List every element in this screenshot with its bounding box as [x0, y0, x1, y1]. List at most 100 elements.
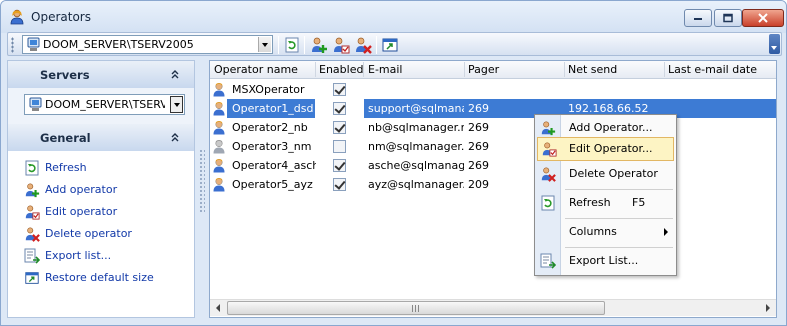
column-divider[interactable]	[315, 62, 316, 77]
context-menu: Add Operator... Edit Operator... Delete …	[534, 114, 677, 276]
email-cell: support@sqlmanager.net	[368, 102, 464, 115]
menu-item-label: Delete Operator	[569, 167, 658, 180]
pane-splitter[interactable]	[199, 149, 205, 213]
sidebar-server-combo[interactable]: DOOM_SERVER\TSERV	[24, 94, 185, 115]
menu-item-columns[interactable]: Columns	[537, 220, 674, 244]
restore-size-icon[interactable]	[381, 36, 399, 54]
email-cell: nm@sqlmanager.net	[368, 140, 464, 153]
operator-icon	[213, 102, 225, 116]
refresh-icon[interactable]	[283, 36, 301, 54]
column-header-net-send[interactable]: Net send	[568, 63, 617, 76]
operator-name-cell: Operator3_nm	[232, 140, 312, 153]
scroll-left-icon[interactable]	[214, 303, 222, 313]
column-header-email[interactable]: E-mail	[368, 63, 403, 76]
delete-operator-icon	[25, 227, 40, 242]
enabled-checkbox[interactable]	[333, 102, 346, 115]
email-cell: nb@sqlmanager.net	[368, 121, 464, 134]
operator-name-cell: Operator5_ayz	[232, 178, 313, 191]
table-row[interactable]: Operator5_ayzayz@sqlmanager.net209	[210, 175, 776, 194]
sidebar-item-label: Edit operator	[45, 205, 118, 218]
column-header-last-email-date[interactable]: Last e-mail date	[668, 63, 757, 76]
collapse-icon[interactable]	[170, 131, 180, 143]
minimize-icon	[694, 18, 702, 20]
menu-item-label: Export List...	[569, 254, 639, 267]
operator-icon	[10, 9, 24, 25]
enabled-checkbox[interactable]	[333, 140, 346, 153]
column-divider[interactable]	[363, 62, 364, 77]
minimize-button[interactable]	[684, 9, 712, 27]
operator-name-cell: Operator4_asche	[232, 159, 316, 172]
restore-size-icon	[25, 272, 39, 284]
menu-item-label: Edit Operator...	[569, 142, 653, 155]
operator-icon	[213, 159, 225, 173]
operator-icon	[213, 83, 225, 97]
toolbar-separator	[376, 36, 377, 54]
operator-disabled-icon	[213, 140, 225, 154]
navigation-pane: Servers DOOM_SERVER\TSERV General Refres…	[7, 60, 195, 318]
table-row[interactable]: Operator4_ascheasche@sqlmanager.net269	[210, 156, 776, 175]
horizontal-scrollbar[interactable]	[210, 299, 776, 316]
thumb-grip	[412, 305, 420, 312]
menu-item-edit-operator[interactable]: Edit Operator...	[537, 137, 674, 161]
table-row[interactable]: Operator3_nmnm@sqlmanager.net269	[210, 137, 776, 156]
delete-operator-icon[interactable]	[354, 36, 372, 54]
chevron-down-icon[interactable]	[170, 96, 183, 113]
table-row[interactable]: Operator1_dsdsupport@sqlmanager.net26919…	[210, 99, 776, 118]
enabled-checkbox[interactable]	[333, 159, 346, 172]
refresh-icon	[541, 195, 555, 211]
column-divider[interactable]	[664, 62, 665, 77]
general-section-header[interactable]: General	[8, 124, 194, 151]
toolbar-separator	[304, 36, 305, 54]
menu-item-export-list[interactable]: Export List...	[537, 249, 674, 273]
column-divider[interactable]	[564, 62, 565, 77]
column-divider[interactable]	[464, 62, 465, 77]
chevron-down-icon[interactable]	[258, 37, 271, 52]
menu-item-shortcut: F5	[632, 196, 646, 209]
title-bar: Operators	[1, 1, 786, 33]
sidebar-item-label: Export list...	[45, 249, 112, 262]
sidebar-item-label: Refresh	[45, 161, 87, 174]
scroll-right-icon[interactable]	[764, 303, 772, 313]
collapse-icon[interactable]	[170, 68, 180, 80]
column-header-operator-name[interactable]: Operator name	[214, 63, 298, 76]
maximize-icon	[723, 13, 733, 23]
enabled-checkbox[interactable]	[333, 83, 346, 96]
operator-name-cell: MSXOperator	[232, 83, 305, 96]
close-icon	[758, 13, 768, 23]
grid-header: Operator name Enabled E-mail Pager Net s…	[210, 61, 776, 79]
enabled-checkbox[interactable]	[333, 121, 346, 134]
edit-operator-icon	[542, 142, 557, 157]
delete-operator-icon	[541, 167, 556, 182]
table-row[interactable]: Operator2_nbnb@sqlmanager.net269	[210, 118, 776, 137]
operator-name-cell: Operator2_nb	[232, 121, 308, 134]
submenu-arrow-icon	[664, 228, 668, 236]
menu-item-refresh[interactable]: Refresh F5	[537, 191, 674, 215]
export-list-icon	[24, 248, 40, 264]
edit-operator-icon	[25, 205, 40, 220]
add-operator-icon[interactable]	[310, 36, 328, 54]
toolbar-overflow-button[interactable]	[769, 34, 780, 54]
toolbar-grip[interactable]	[11, 37, 14, 53]
menu-separator	[565, 189, 673, 190]
menu-separator	[565, 218, 673, 219]
scrollbar-thumb[interactable]	[227, 301, 605, 315]
table-row[interactable]: MSXOperator	[210, 80, 776, 99]
toolbar-separator	[278, 36, 279, 54]
menu-item-label: Columns	[569, 225, 617, 238]
maximize-button[interactable]	[714, 9, 742, 27]
operators-window: Operators DOOM_SERVER\TSERV2005 Servers …	[0, 0, 787, 326]
add-operator-icon	[541, 121, 556, 136]
sidebar-item-label: Add operator	[45, 183, 118, 196]
export-list-icon	[540, 253, 556, 269]
servers-section-header[interactable]: Servers	[8, 61, 194, 88]
toolbar-server-combo[interactable]: DOOM_SERVER\TSERV2005	[22, 35, 273, 54]
enabled-checkbox[interactable]	[333, 178, 346, 191]
menu-item-delete-operator[interactable]: Delete Operator	[537, 162, 674, 186]
menu-item-label: Add Operator...	[569, 121, 653, 134]
column-header-pager[interactable]: Pager	[468, 63, 499, 76]
close-button[interactable]	[742, 9, 784, 27]
column-header-enabled[interactable]: Enabled	[319, 63, 363, 76]
general-header-label: General	[40, 131, 91, 145]
edit-operator-icon[interactable]	[332, 36, 350, 54]
sidebar-item-label: Restore default size	[45, 271, 154, 284]
